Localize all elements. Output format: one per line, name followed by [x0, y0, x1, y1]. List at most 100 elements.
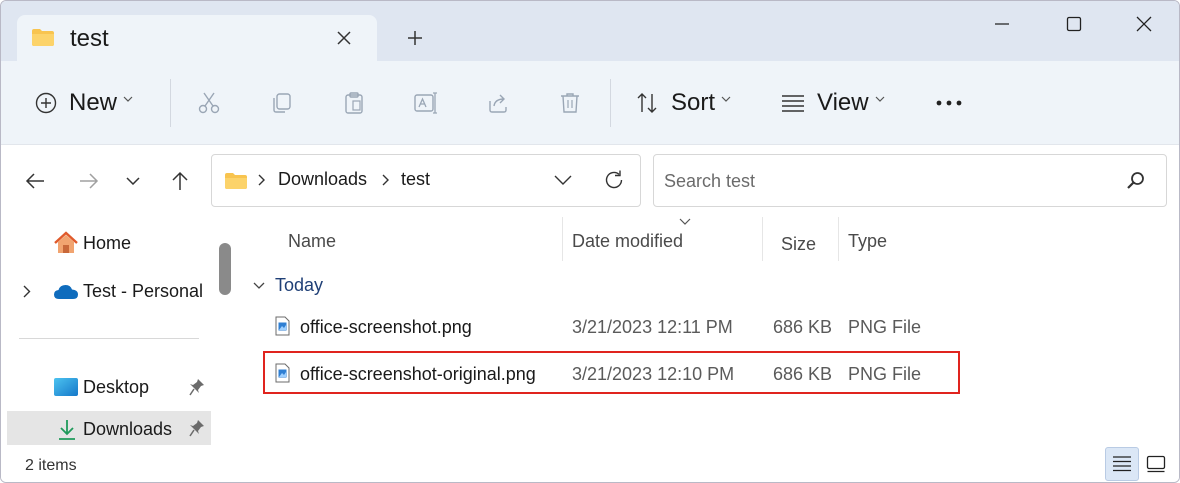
navigation-pane: Home Test - Personal Desktop Downloads — [1, 217, 239, 445]
up-button[interactable] — [164, 165, 196, 197]
delete-button[interactable] — [554, 87, 586, 119]
sidebar-scrollbar[interactable] — [215, 217, 237, 445]
more-icon — [936, 100, 962, 106]
cut-icon — [198, 92, 220, 114]
sort-label: Sort — [671, 89, 716, 116]
new-tab-button[interactable] — [399, 23, 431, 53]
group-label: Today — [275, 275, 324, 295]
breadcrumb-separator-icon — [258, 174, 265, 186]
column-header-size[interactable]: Size — [781, 234, 816, 255]
thumbnail-view-icon — [1146, 455, 1166, 473]
breadcrumb-downloads[interactable]: Downloads — [278, 169, 367, 190]
paste-icon — [345, 92, 363, 114]
sort-icon — [637, 93, 657, 113]
view-button[interactable]: View — [781, 61, 885, 145]
close-icon — [1136, 16, 1152, 32]
breadcrumb-test[interactable]: test — [401, 169, 430, 190]
minimize-button[interactable] — [967, 1, 1037, 47]
sidebar-item-label: Downloads — [83, 419, 173, 439]
toolbar-divider — [610, 79, 611, 127]
search-box — [653, 154, 1167, 207]
sort-descending-indicator-icon — [679, 218, 691, 225]
recent-locations-button[interactable] — [117, 165, 149, 197]
toolbar-divider — [170, 79, 171, 127]
address-history-chevron-icon[interactable] — [554, 175, 572, 185]
navigation-row: Downloads test — [1, 145, 1179, 217]
column-divider[interactable] — [562, 217, 563, 261]
rename-icon — [414, 92, 437, 114]
title-bar: test — [1, 1, 1179, 63]
chevron-right-icon[interactable] — [23, 285, 31, 298]
search-input[interactable] — [664, 167, 1104, 195]
column-header-type[interactable]: Type — [848, 231, 887, 252]
arrow-left-icon — [25, 173, 44, 189]
home-icon — [54, 231, 78, 253]
sidebar-item-label: Desktop — [83, 376, 150, 397]
file-row[interactable]: office-screenshot.png 3/21/2023 12:11 PM… — [263, 305, 961, 351]
details-view-icon — [1113, 456, 1131, 472]
pin-icon[interactable] — [189, 378, 205, 396]
sidebar-item-downloads[interactable]: Downloads — [7, 411, 211, 445]
pin-icon[interactable] — [189, 419, 205, 437]
delete-icon — [561, 93, 579, 113]
plus-icon — [408, 31, 422, 45]
view-list-icon — [782, 95, 804, 112]
tab-title: test — [70, 25, 109, 52]
file-type: PNG File — [848, 317, 922, 337]
download-icon — [59, 420, 75, 440]
file-list: Name Date modified Size Type Today offic… — [239, 217, 1179, 445]
chevron-down-icon — [126, 177, 140, 185]
column-divider[interactable] — [838, 217, 839, 261]
sidebar-item-desktop[interactable]: Desktop — [1, 365, 211, 409]
group-header-today[interactable]: Today — [253, 275, 323, 296]
copy-icon — [273, 93, 291, 113]
desktop-icon — [54, 378, 78, 396]
sidebar-divider — [19, 338, 199, 339]
sort-button[interactable]: Sort — [635, 61, 731, 145]
more-options-button[interactable] — [933, 87, 965, 119]
cut-button[interactable] — [193, 87, 225, 119]
details-view-button[interactable] — [1105, 447, 1139, 481]
address-bar[interactable]: Downloads test — [211, 154, 641, 207]
breadcrumb-separator-icon — [382, 174, 389, 186]
sidebar-item-home[interactable]: Home — [1, 221, 211, 265]
tab-test[interactable]: test — [17, 15, 377, 63]
arrow-right-icon — [80, 173, 99, 189]
refresh-icon[interactable] — [603, 169, 625, 191]
copy-button[interactable] — [266, 87, 298, 119]
sidebar-item-test-personal[interactable]: Test - Personal — [1, 269, 211, 313]
folder-icon — [32, 29, 54, 46]
window-close-button[interactable] — [1109, 1, 1179, 47]
rename-button[interactable] — [410, 87, 442, 119]
new-label: New — [69, 89, 118, 116]
large-thumbnails-view-button[interactable] — [1139, 447, 1173, 481]
column-header-name[interactable]: Name — [288, 231, 336, 252]
minimize-icon — [995, 23, 1009, 25]
chevron-down-icon — [875, 96, 885, 102]
share-button[interactable] — [482, 87, 514, 119]
view-label: View — [817, 89, 869, 116]
maximize-icon — [1066, 16, 1082, 32]
file-explorer-window: test New Sort View Downloads test Search… — [0, 0, 1180, 483]
column-header-date-modified[interactable]: Date modified — [572, 231, 683, 252]
folder-icon — [225, 173, 247, 189]
tab-close-button[interactable] — [329, 23, 359, 53]
sidebar-item-label: Test - Personal — [83, 280, 204, 301]
scrollbar-thumb[interactable] — [219, 243, 231, 295]
column-divider[interactable] — [762, 217, 763, 261]
new-button[interactable]: New — [35, 61, 133, 145]
status-bar: 2 items — [1, 445, 1179, 482]
maximize-button[interactable] — [1039, 1, 1109, 47]
item-count: 2 items — [25, 457, 77, 474]
chevron-down-icon — [721, 96, 731, 102]
command-bar: New Sort View — [1, 61, 1179, 145]
forward-button[interactable] — [73, 165, 105, 197]
close-icon — [337, 31, 351, 45]
search-icon[interactable] — [1126, 170, 1146, 190]
sidebar-item-label: Home — [83, 232, 132, 253]
file-name: office-screenshot.png — [300, 317, 472, 337]
paste-button[interactable] — [338, 87, 370, 119]
back-button[interactable] — [19, 165, 51, 197]
highlight-annotation-box — [263, 351, 960, 394]
arrow-up-icon — [172, 171, 188, 190]
